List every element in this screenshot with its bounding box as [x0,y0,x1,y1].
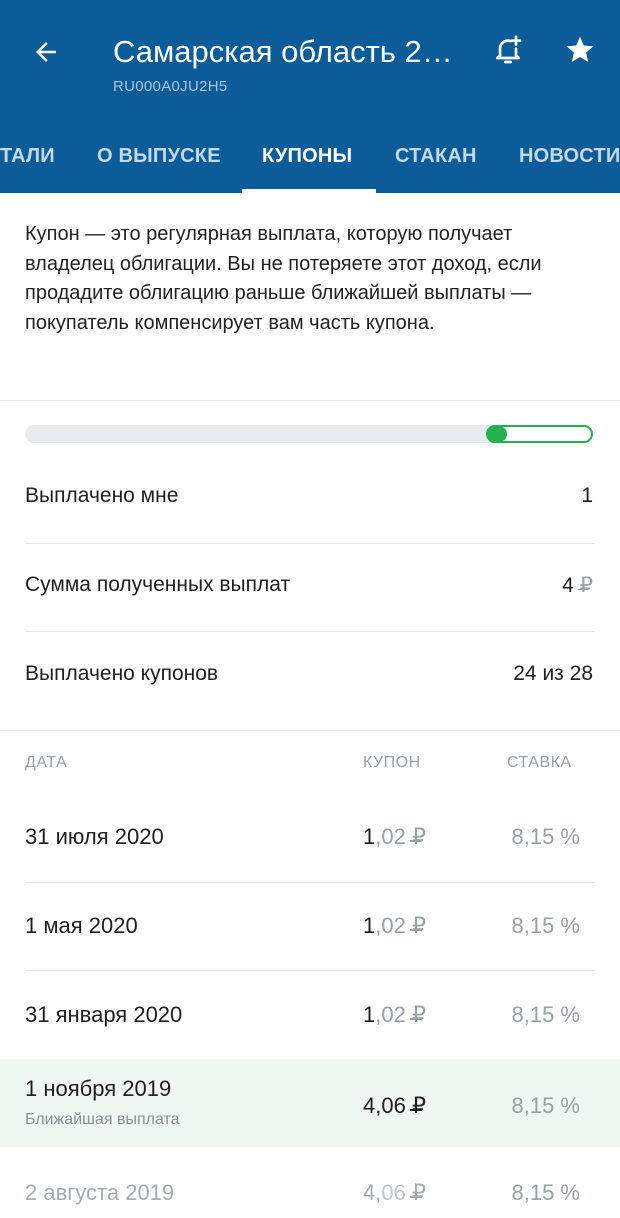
divider [25,882,595,883]
tab-bar: ТАЛИ О ВЫПУСКЕ КУПОНЫ СТАКАН НОВОСТИ [0,132,620,193]
ruble-sign: ₽ [409,824,426,849]
coupon-date: 31 января 2020 [25,1002,183,1027]
coupon-frac: ,02 [375,1002,406,1027]
coupon-date: 1 ноября 2019 [25,1076,172,1101]
active-tab-indicator [242,189,376,193]
star-icon [566,36,594,62]
coupon-amount: 1,02 ₽ [363,913,426,939]
ruble-sign: ₽ [577,574,593,597]
divider [25,543,595,544]
ruble-sign: ₽ [409,1093,426,1118]
bell-add-icon [496,35,522,64]
coupon-rate: 8,15 % [511,1093,581,1118]
coupon-frac: 06 [381,1180,406,1205]
coupon-int: 4, [363,1180,382,1205]
coupon-rate: 8,15 % [511,913,581,938]
summary-value: 4 ₽ [562,573,593,598]
table-row[interactable]: 31 июля 2020 1,02 ₽ 8,15 % [0,800,620,883]
coupon-rate: 8,15 % [511,1180,581,1205]
coupon-rate: 8,15 % [511,1002,581,1027]
coupon-amount: 4,06 ₽ [363,1180,426,1206]
ruble-sign: ₽ [409,913,426,938]
coupon-amount: 1,02 ₽ [363,824,426,850]
summary-label: Сумма полученных выплат [25,573,291,596]
coupon-frac: ,02 [375,824,406,849]
ruble-sign: ₽ [409,1002,426,1027]
tab-order-book[interactable]: СТАКАН [395,145,477,168]
summary-coupons-paid: Выплачено купонов 24 из 28 [25,662,593,692]
summary-label: Выплачено мне [25,484,179,507]
coupon-int: 1 [363,1002,376,1027]
divider [0,400,620,401]
table-row[interactable]: 1 мая 2020 1,02 ₽ 8,15 % [0,888,620,971]
divider [25,631,595,632]
coupon-date: 1 мая 2020 [25,913,138,938]
summary-label: Выплачено купонов [25,662,219,685]
summary-value: 1 [581,484,593,507]
column-header-rate: СТАВКА [507,754,572,771]
column-header-date: ДАТА [25,754,68,771]
summary-value: 24 из 28 [513,662,593,685]
coupon-rate: 8,15 % [511,824,581,849]
coupon-frac: ,02 [375,913,406,938]
divider [25,970,595,971]
table-row[interactable]: 2 августа 2019 4,06 ₽ 8,15 % [0,1150,620,1218]
app-bar: Самарская область 2… RU000A0JU2H5 ТАЛИ О… [0,0,620,193]
tab-details[interactable]: ТАЛИ [0,145,55,168]
tab-coupons[interactable]: КУПОНЫ [262,145,352,168]
ruble-sign: ₽ [409,1180,426,1205]
page-title: Самарская область 2… [113,34,453,69]
arrow-left-icon [36,42,56,62]
amount: 4 [562,574,574,597]
coupon-int: 1 [363,824,376,849]
coupon-date: 2 августа 2019 [25,1180,175,1205]
notification-button[interactable] [488,30,528,70]
isin-code: RU000A0JU2H5 [113,78,228,95]
divider [0,730,620,731]
coupon-amount: 4,06 ₽ [363,1093,426,1119]
coupon-date: 31 июля 2020 [25,824,164,849]
next-payment-label: Ближайшая выплата [25,1111,180,1128]
tab-news[interactable]: НОВОСТИ [519,145,620,168]
table-row[interactable]: 31 января 2020 1,02 ₽ 8,15 % [0,976,620,1059]
back-button[interactable] [26,32,66,72]
coupon-int: 4,06 [363,1093,406,1118]
coupon-int: 1 [363,913,376,938]
summary-paid-to-me: Выплачено мне 1 [25,484,593,514]
column-header-coupon: КУПОН [363,754,421,771]
table-row-next-payment[interactable]: 1 ноября 2019 Ближайшая выплата 4,06 ₽ 8… [0,1059,620,1147]
coupon-description: Купон — это регулярная выплата, которую … [25,223,542,334]
coupon-amount: 1,02 ₽ [363,1002,426,1028]
favorite-button[interactable] [560,30,600,70]
summary-total-received: Сумма полученных выплат 4 ₽ [25,573,593,603]
tab-about-issue[interactable]: О ВЫПУСКЕ [97,145,221,168]
coupon-progress-marker [487,426,507,442]
